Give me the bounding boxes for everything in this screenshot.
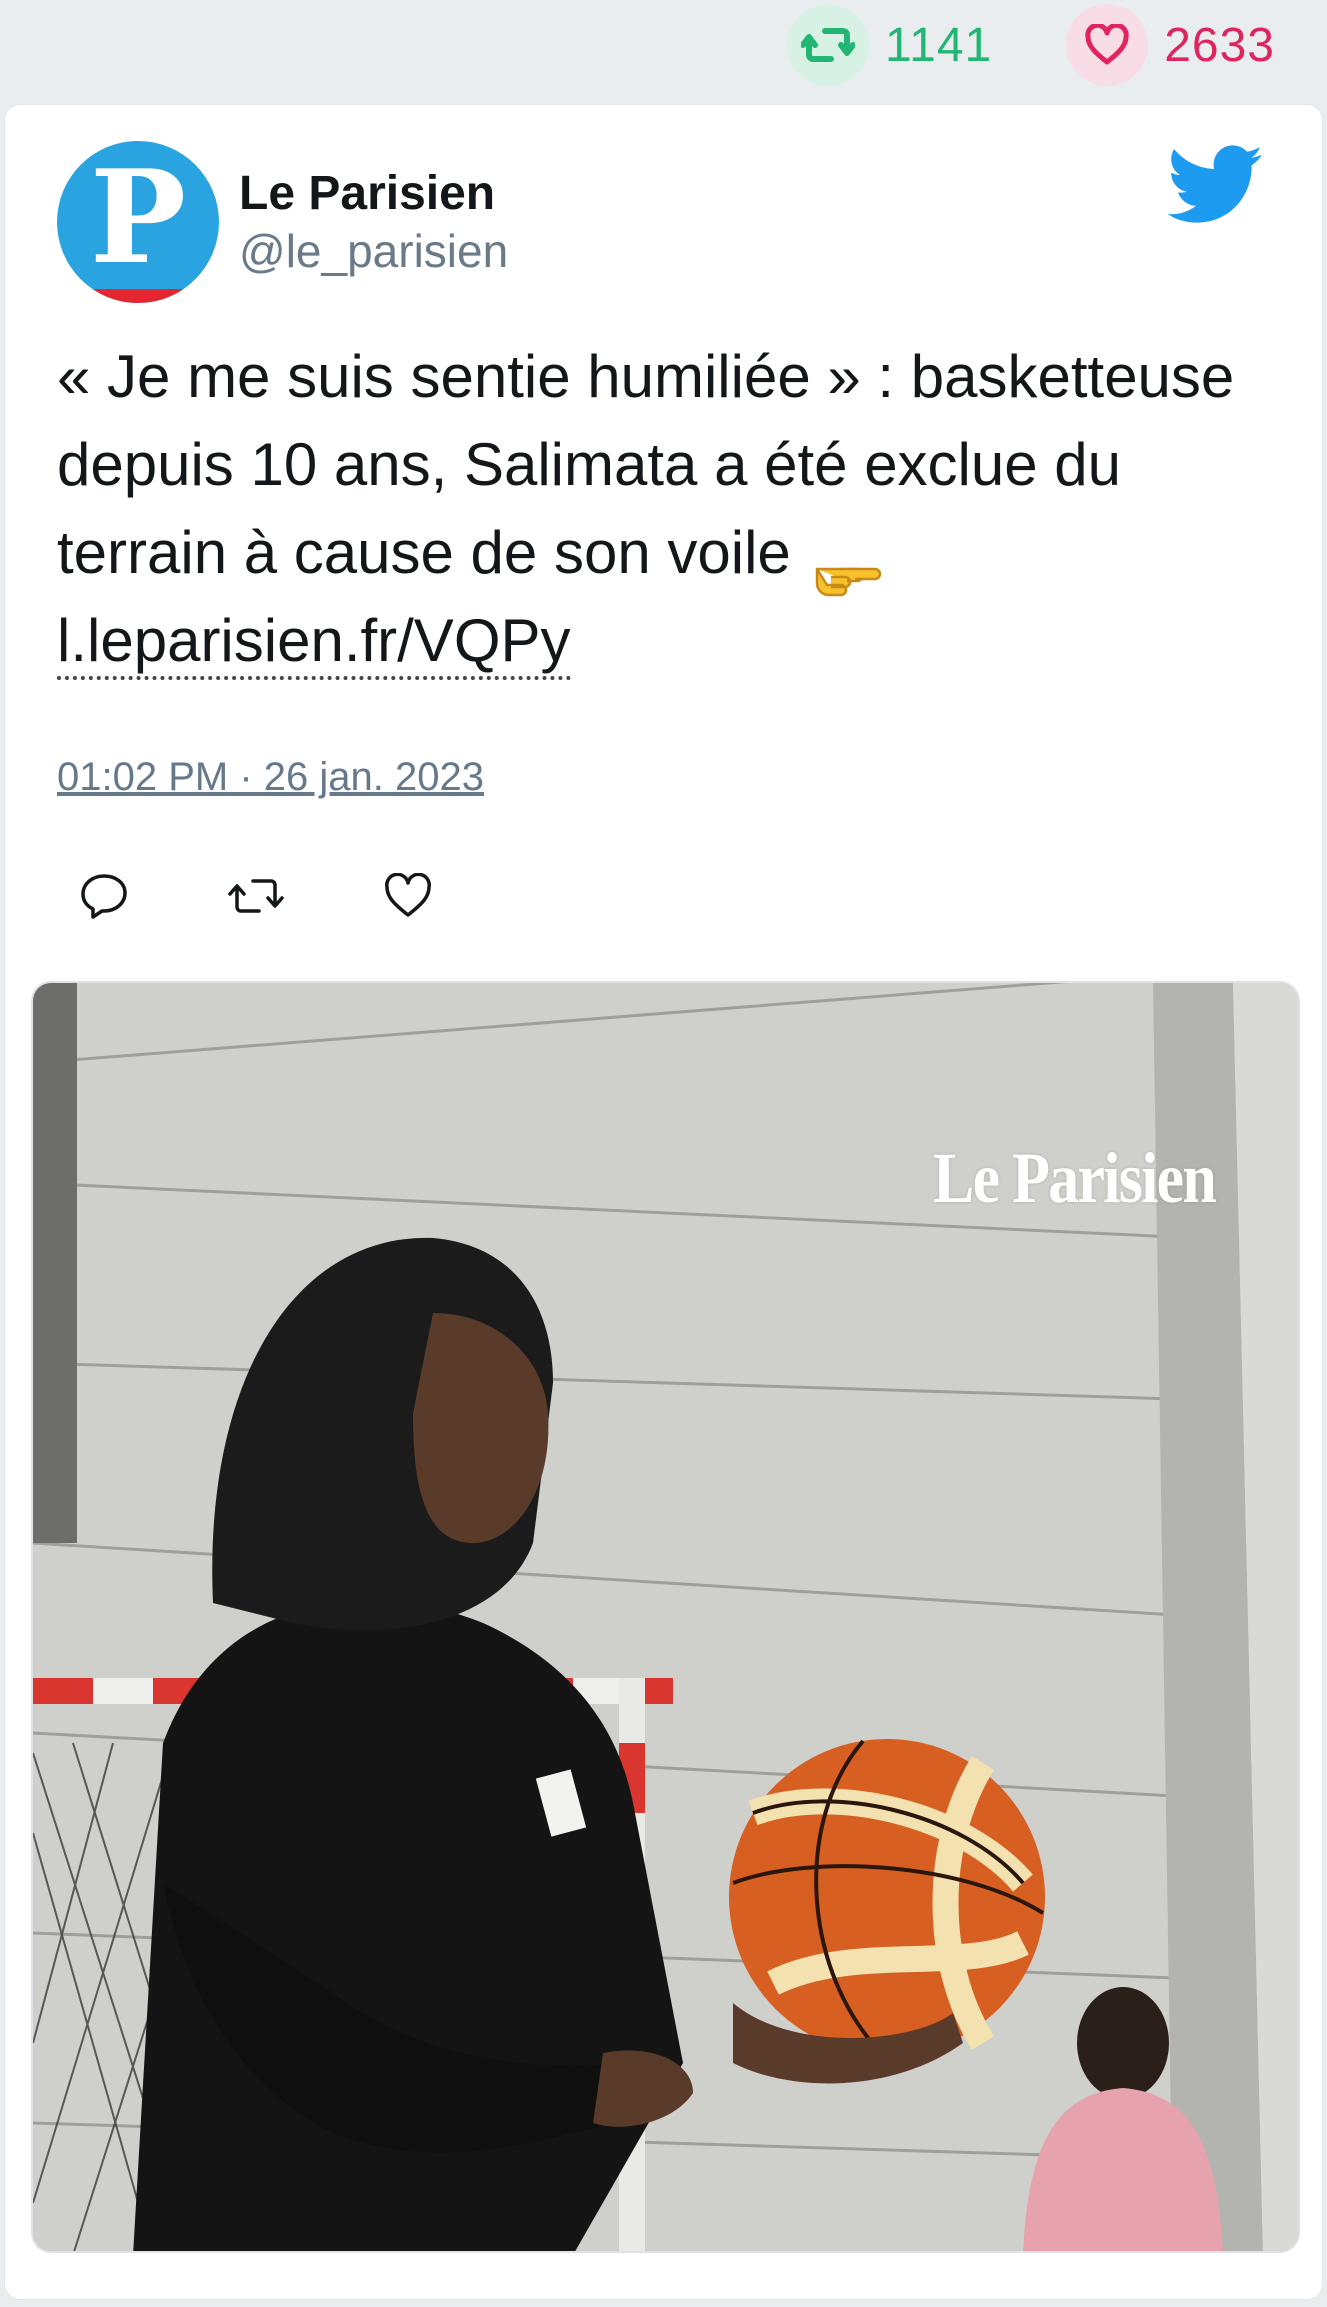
retweet-count-value: 1141: [885, 18, 993, 72]
tweet-link[interactable]: l.leparisien.fr/VQPy: [57, 607, 571, 680]
twitter-bird-icon[interactable]: [1167, 145, 1264, 225]
tweet-timestamp[interactable]: 01:02 PM · 26 jan. 2023: [57, 755, 484, 800]
media-watermark: Le Parisien: [933, 1138, 1217, 1218]
tweet-card: P Le Parisien @le_parisien « Je me suis …: [4, 104, 1323, 2300]
tweet-header: P Le Parisien @le_parisien: [57, 141, 508, 303]
retweet-icon: [787, 4, 869, 86]
heart-icon: [385, 873, 431, 917]
retweet-button[interactable]: [227, 867, 285, 925]
retweet-icon: [228, 879, 284, 913]
avatar[interactable]: P: [57, 141, 219, 303]
like-count-value: 2633: [1164, 18, 1275, 72]
retweet-count[interactable]: 1141: [787, 4, 992, 86]
backhand-index-pointing-right-icon: [811, 535, 882, 597]
tweet-body: « Je me suis sentie humiliée » : baskett…: [57, 343, 1235, 586]
display-name[interactable]: Le Parisien: [239, 165, 508, 223]
tweet-actions: [75, 867, 531, 925]
avatar-letter: P: [89, 143, 187, 293]
avatar-band: [57, 289, 219, 303]
like-button[interactable]: [379, 867, 437, 925]
reply-button[interactable]: [75, 867, 133, 925]
heart-icon: [1066, 4, 1149, 86]
tweet-stats-bar: 1141 2633: [0, 0, 1327, 90]
reply-icon: [81, 874, 127, 919]
tweet-text: « Je me suis sentie humiliée » : baskett…: [57, 333, 1277, 685]
like-count[interactable]: 2633: [1066, 4, 1275, 86]
author-names: Le Parisien @le_parisien: [239, 165, 508, 279]
tweet-media-photo[interactable]: Le Parisien: [31, 981, 1300, 2253]
handle[interactable]: @le_parisien: [239, 223, 508, 279]
